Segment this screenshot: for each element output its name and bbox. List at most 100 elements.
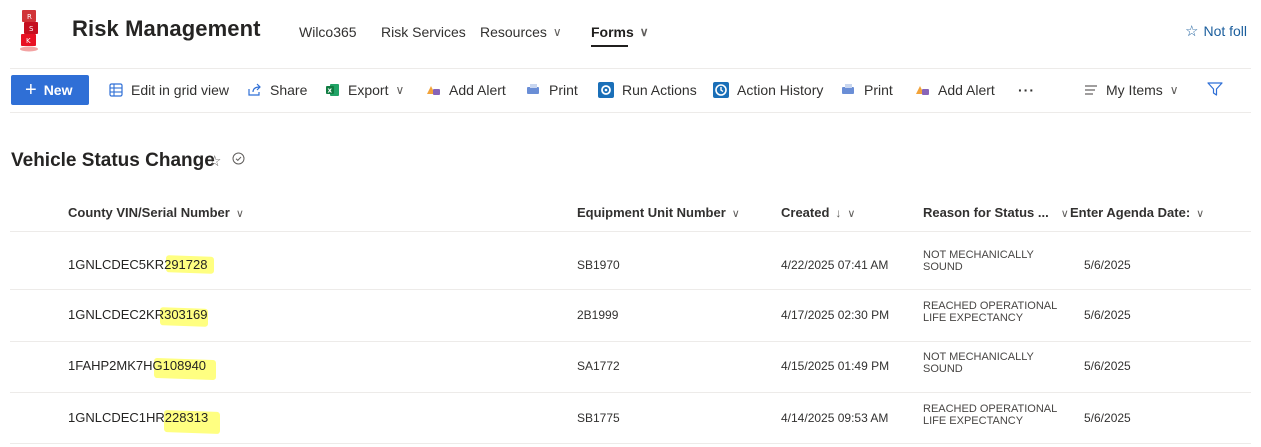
unit-cell: SA1772 [577,359,620,373]
print-button[interactable]: Print [526,82,578,98]
svg-text:S: S [29,25,34,33]
more-options-button[interactable]: ··· [1018,82,1035,98]
chevron-down-icon: ∨ [1169,83,1179,97]
chevron-down-icon: ∨ [731,208,740,220]
new-button[interactable]: + New [11,75,89,105]
unit-cell: SB1970 [577,258,620,272]
edit-grid-label: Edit in grid view [131,82,230,98]
add-alert-button[interactable]: Add Alert [425,82,506,98]
nav-label: Wilco365 [299,24,357,40]
table-row[interactable]: 1GNLCDEC1HR228313 SB1775 4/14/2025 09:53… [10,392,1251,444]
excel-icon: x [326,84,339,96]
table-row[interactable]: 1FAHP2MK7HG108940 SA1772 4/15/2025 01:49… [10,341,1251,393]
column-header-reason[interactable]: Reason for Status ... ∨ [923,205,1069,220]
active-tab-indicator [591,45,628,47]
site-title[interactable]: Risk Management [72,16,261,42]
nav-label: Forms [591,24,634,40]
nav-risk-services[interactable]: Risk Services [381,24,466,40]
nav-wilco365[interactable]: Wilco365 [299,24,357,40]
reason-cell: REACHED OPERATIONAL LIFE EXPECTANCY [923,403,1057,427]
column-label: Reason for Status ... [923,205,1049,220]
table-row[interactable]: 1GNLCDEC5KR291728 SB1970 4/22/2025 07:41… [10,238,1251,290]
vin-cell[interactable]: 1GNLCDEC2KR303169 [68,307,207,322]
agenda-cell: 5/6/2025 [1084,258,1131,272]
bell-flow-icon [916,86,929,95]
run-actions-button[interactable]: Run Actions [598,82,697,98]
svg-text:x: x [328,87,333,95]
svg-text:R: R [27,13,32,21]
unit-cell: 2B1999 [577,308,619,322]
agenda-cell: 5/6/2025 [1084,359,1131,373]
column-header-vin[interactable]: County VIN/Serial Number ∨ [68,205,244,220]
column-header-created[interactable]: Created ↓ ∨ [781,205,855,220]
print-label: Print [549,82,578,98]
chevron-down-icon: ∨ [395,83,405,97]
action-history-button[interactable]: Action History [713,82,823,98]
check-circle-icon[interactable] [232,152,245,165]
action-history-label: Action History [737,82,824,98]
export-button[interactable]: x Export ∨ [325,82,404,98]
vin-cell[interactable]: 1FAHP2MK7HG108940 [68,358,206,373]
run-actions-label: Run Actions [622,82,697,98]
actions-gear-icon [598,82,614,98]
nav-resources[interactable]: Resources ∨ [480,24,562,40]
bell-flow-icon [427,86,440,95]
share-button[interactable]: Share [247,82,307,98]
chevron-down-icon: ∨ [235,208,244,220]
share-label: Share [270,82,308,98]
chevron-down-icon: ∨ [1060,208,1069,220]
filter-button[interactable] [1207,82,1223,96]
vin-cell[interactable]: 1GNLCDEC1HR228313 [68,410,208,425]
reason-cell: NOT MECHANICALLY SOUND [923,351,1034,375]
chevron-down-icon: ∨ [639,25,649,39]
view-label: My Items [1106,82,1163,98]
svg-text:K: K [26,37,31,45]
agenda-cell: 5/6/2025 [1084,308,1131,322]
add-alert-button-2[interactable]: Add Alert [914,82,995,98]
view-selector[interactable]: My Items ∨ [1084,82,1179,98]
print-flow-icon [842,84,854,94]
favorite-star-icon[interactable]: ☆ [208,152,221,170]
column-header-unit[interactable]: Equipment Unit Number ∨ [577,205,740,220]
divider [10,68,1251,69]
list-title: Vehicle Status Change [11,150,215,171]
view-list-icon [1085,85,1097,95]
star-icon: ☆ [1185,23,1199,40]
print-button-2[interactable]: Print [841,82,893,98]
column-label: County VIN/Serial Number [68,205,230,220]
follow-label: Not foll [1203,23,1248,39]
reason-cell: NOT MECHANICALLY SOUND [923,249,1034,273]
ellipsis-icon: ··· [1018,82,1035,98]
site-header: R S K Risk Management Wilco365 Risk Serv… [0,0,1261,68]
reason-cell: REACHED OPERATIONAL LIFE EXPECTANCY [923,300,1057,324]
share-icon [248,83,261,96]
grid-icon [109,83,123,97]
column-header-agenda[interactable]: Enter Agenda Date: ∨ [1070,205,1204,220]
print-label: Print [864,82,893,98]
column-label: Created [781,205,830,220]
column-label: Enter Agenda Date: [1070,205,1191,220]
table-row[interactable]: 1GNLCDEC2KR303169 2B1999 4/17/2025 02:30… [10,290,1251,342]
add-alert-label: Add Alert [938,82,995,98]
nav-forms[interactable]: Forms ∨ [591,24,649,47]
divider [10,112,1251,113]
add-alert-label: Add Alert [449,82,506,98]
created-cell: 4/14/2025 09:53 AM [781,411,889,425]
edit-grid-view-button[interactable]: Edit in grid view [109,82,229,98]
nav-label: Risk Services [381,24,466,40]
new-label: New [43,82,73,98]
agenda-cell: 5/6/2025 [1084,411,1131,425]
column-label: Equipment Unit Number [577,205,726,220]
vin-cell[interactable]: 1GNLCDEC5KR291728 [68,257,207,272]
sort-down-arrow-icon: ↓ [835,206,842,220]
follow-button[interactable]: ☆ Not foll [1185,22,1247,40]
export-label: Export [348,82,389,98]
site-logo[interactable]: R S K [14,8,44,52]
chevron-down-icon: ∨ [552,25,562,39]
unit-cell: SB1775 [577,411,620,425]
chevron-down-icon: ∨ [847,208,856,220]
created-cell: 4/15/2025 01:49 PM [781,359,890,373]
plus-icon: + [25,79,37,101]
header-divider [10,231,1251,232]
history-clock-icon [713,82,729,98]
